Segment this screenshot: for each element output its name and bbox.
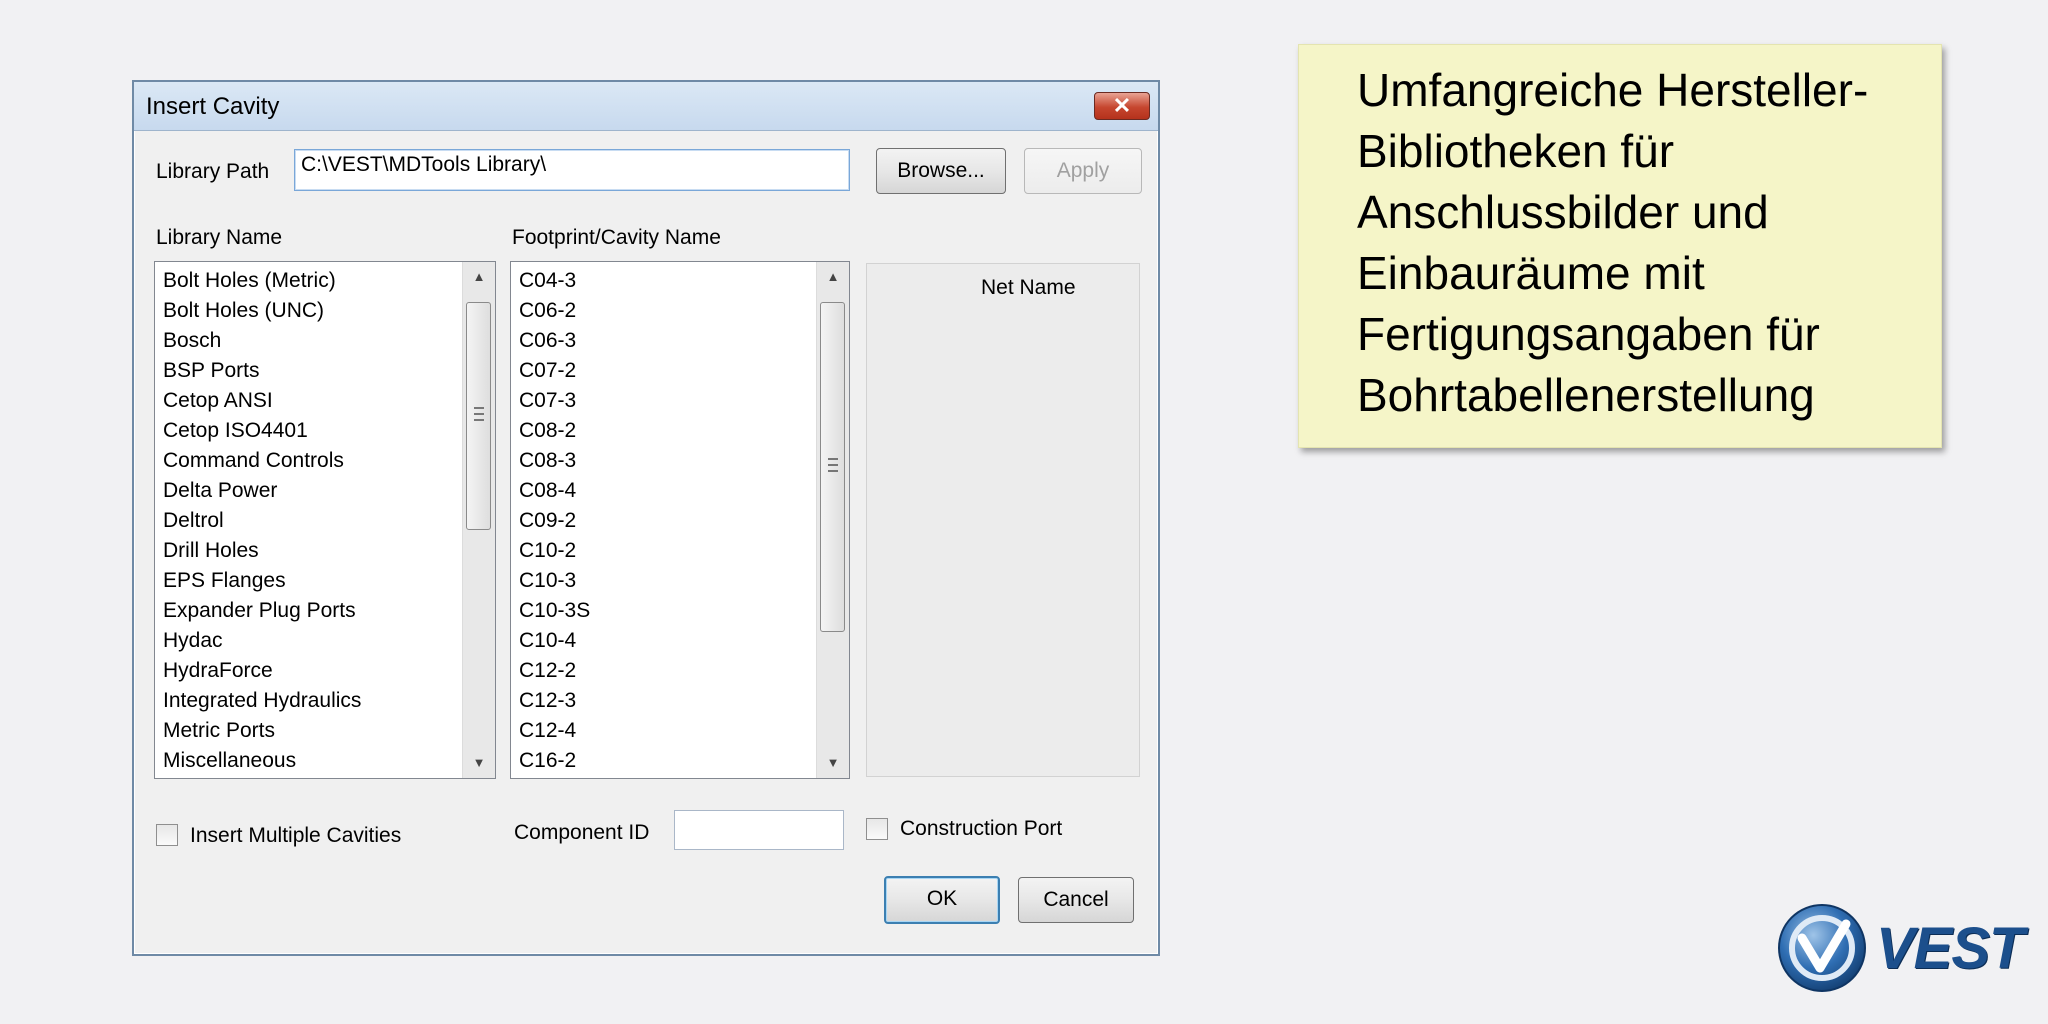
- callout-line-1: Umfangreiche Hersteller-: [1357, 64, 1869, 116]
- dialog-titlebar[interactable]: Insert Cavity ✕: [134, 82, 1158, 131]
- scroll-up-icon[interactable]: ▲: [817, 262, 849, 292]
- footprint-list[interactable]: C04-3 C06-2 C06-3 C07-2 C07-3 C08-2 C08-3 C08-4…: [510, 261, 850, 779]
- footprint-list-scrollbar[interactable]: ▲ ▼: [816, 262, 849, 778]
- list-item[interactable]: Delta Power: [163, 476, 361, 506]
- scroll-thumb[interactable]: [466, 302, 491, 530]
- library-name-list[interactable]: Bolt Holes (Metric) Bolt Holes (UNC) Bosch…: [154, 261, 496, 779]
- list-item[interactable]: C08-3: [519, 446, 590, 476]
- list-item[interactable]: HydraForce: [163, 656, 361, 686]
- list-item[interactable]: C09-2: [519, 506, 590, 536]
- list-item[interactable]: C16-2: [519, 746, 590, 776]
- vest-logo-icon: [1778, 904, 1866, 992]
- list-item[interactable]: C08-4: [519, 476, 590, 506]
- list-item[interactable]: BSP Ports: [163, 356, 361, 386]
- list-item[interactable]: C10-3S: [519, 596, 590, 626]
- cancel-button[interactable]: Cancel: [1018, 877, 1134, 923]
- list-item[interactable]: C10-3: [519, 566, 590, 596]
- list-item[interactable]: EPS Flanges: [163, 566, 361, 596]
- list-item[interactable]: Expander Plug Ports: [163, 596, 361, 626]
- scroll-down-icon[interactable]: ▼: [463, 748, 495, 778]
- list-item[interactable]: Bolt Holes (UNC): [163, 296, 361, 326]
- list-item[interactable]: Deltrol: [163, 506, 361, 536]
- close-icon: ✕: [1112, 93, 1132, 118]
- list-item[interactable]: Hydac: [163, 626, 361, 656]
- dialog-title: Insert Cavity: [146, 93, 280, 120]
- component-id-label: Component ID: [514, 821, 650, 844]
- list-item[interactable]: C10-2: [519, 536, 590, 566]
- callout-line-2: Bibliotheken für: [1357, 125, 1675, 177]
- list-item[interactable]: Cetop ANSI: [163, 386, 361, 416]
- callout-line-3: Anschlussbilder und: [1357, 186, 1769, 238]
- list-item[interactable]: C08-2: [519, 416, 590, 446]
- footprint-header: Footprint/Cavity Name: [512, 226, 721, 249]
- list-item[interactable]: Bolt Holes (Metric): [163, 266, 361, 296]
- list-item[interactable]: Command Controls: [163, 446, 361, 476]
- library-path-label: Library Path: [156, 160, 270, 183]
- list-item[interactable]: C04-3: [519, 266, 590, 296]
- library-name-header: Library Name: [156, 226, 283, 249]
- library-path-input[interactable]: C:\VEST\MDTools Library\: [294, 149, 850, 191]
- list-item[interactable]: C12-4: [519, 716, 590, 746]
- list-item[interactable]: C07-3: [519, 386, 590, 416]
- insert-multiple-label: Insert Multiple Cavities: [190, 824, 402, 847]
- library-list-scrollbar[interactable]: ▲ ▼: [462, 262, 495, 778]
- list-item[interactable]: C12-3: [519, 686, 590, 716]
- scroll-down-icon[interactable]: ▼: [817, 748, 849, 778]
- feature-callout: Umfangreiche Hersteller- Bibliotheken fü…: [1298, 44, 1942, 448]
- construction-port-checkbox[interactable]: [866, 818, 888, 840]
- net-name-panel: Net Name: [866, 263, 1140, 777]
- vest-logo-text: VEST: [1876, 916, 2024, 981]
- callout-line-4: Einbauräume mit: [1357, 247, 1705, 299]
- ok-button[interactable]: OK: [884, 876, 1000, 924]
- list-item[interactable]: C06-3: [519, 326, 590, 356]
- list-item[interactable]: Miscellaneous: [163, 746, 361, 776]
- apply-button[interactable]: Apply: [1024, 148, 1142, 194]
- list-item[interactable]: Drill Holes: [163, 536, 361, 566]
- callout-line-6: Bohrtabellenerstellung: [1357, 369, 1815, 421]
- browse-button[interactable]: Browse...: [876, 148, 1006, 194]
- component-id-input[interactable]: [674, 810, 844, 850]
- construction-port-label: Construction Port: [900, 817, 1063, 840]
- insert-multiple-checkbox[interactable]: [156, 824, 178, 846]
- list-item[interactable]: C12-2: [519, 656, 590, 686]
- list-item[interactable]: C06-2: [519, 296, 590, 326]
- close-button[interactable]: ✕: [1094, 92, 1150, 120]
- scroll-thumb[interactable]: [820, 302, 845, 632]
- callout-line-5: Fertigungsangaben für: [1357, 308, 1820, 360]
- scroll-up-icon[interactable]: ▲: [463, 262, 495, 292]
- net-name-header: Net Name: [981, 276, 1076, 299]
- list-item[interactable]: Cetop ISO4401: [163, 416, 361, 446]
- insert-cavity-dialog: Insert Cavity ✕ Library Path C:\VEST\MDT…: [132, 80, 1160, 956]
- list-item[interactable]: Integrated Hydraulics: [163, 686, 361, 716]
- list-item[interactable]: Metric Ports: [163, 716, 361, 746]
- list-item[interactable]: C07-2: [519, 356, 590, 386]
- list-item[interactable]: Bosch: [163, 326, 361, 356]
- list-item[interactable]: C10-4: [519, 626, 590, 656]
